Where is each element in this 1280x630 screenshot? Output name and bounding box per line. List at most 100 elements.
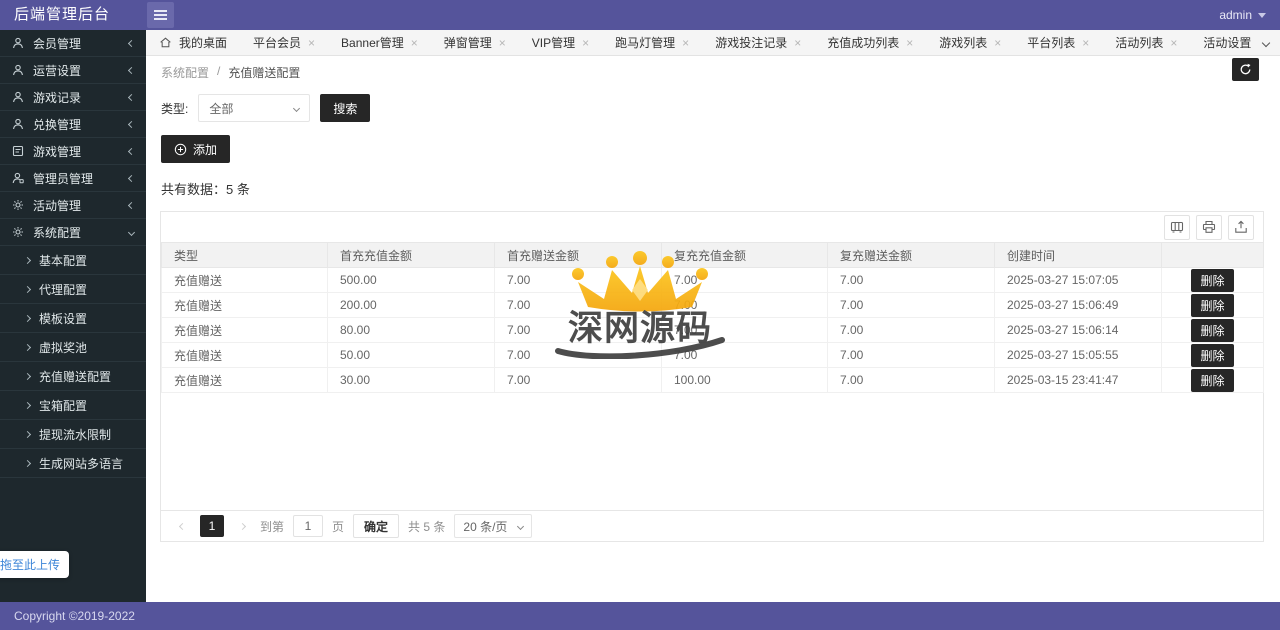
sidebar-subitem-virtual-prize-pool[interactable]: 虚拟奖池	[0, 333, 146, 362]
sidebar-item-game-management[interactable]: 游戏管理	[0, 138, 146, 165]
goto-page-input[interactable]	[293, 515, 324, 537]
tab-item[interactable]: 平台会员 ×	[240, 30, 328, 55]
sidebar-item-exchange-management[interactable]: 兑换管理	[0, 111, 146, 138]
next-page-button[interactable]	[233, 515, 251, 537]
close-icon[interactable]: ×	[1082, 37, 1089, 49]
tab-home[interactable]: 我的桌面	[146, 30, 240, 55]
breadcrumb-parent[interactable]: 系统配置	[161, 64, 209, 81]
sidebar-item-admin-management[interactable]: 管理员管理	[0, 165, 146, 192]
columns-icon	[1170, 221, 1184, 233]
tab-item[interactable]: 活动列表 ×	[1102, 30, 1190, 55]
breadcrumb-current: 充值赠送配置	[228, 66, 301, 80]
sidebar-item-label: 会员管理	[33, 36, 82, 51]
user-menu[interactable]: admin	[1219, 0, 1266, 30]
delete-button[interactable]: 删除	[1191, 343, 1234, 367]
tab-label: 活动设置	[1203, 36, 1252, 50]
close-icon[interactable]: ×	[906, 37, 913, 49]
chevron-left-icon	[127, 174, 136, 182]
close-icon[interactable]: ×	[682, 37, 689, 49]
user-icon	[13, 37, 23, 49]
sidebar-item-members[interactable]: 会员管理	[0, 30, 146, 57]
sidebar-item-activity-management[interactable]: 活动管理	[0, 192, 146, 219]
tab-label: 我的桌面	[179, 36, 228, 50]
close-icon[interactable]: ×	[794, 37, 801, 49]
tab-item[interactable]: VIP管理 ×	[519, 30, 602, 55]
close-icon[interactable]: ×	[1170, 37, 1177, 49]
sidebar-subitem-template-settings[interactable]: 模板设置	[0, 304, 146, 333]
table-row: 充值赠送 80.00 7.00 7.00 7.00 2025-03-27 15:…	[161, 317, 1264, 343]
sidebar-item-game-records[interactable]: 游戏记录	[0, 84, 146, 111]
column-header: 创建时间	[994, 242, 1162, 268]
close-icon[interactable]: ×	[582, 37, 589, 49]
confirm-button[interactable]: 确定	[353, 514, 400, 538]
cell-type: 充值赠送	[161, 367, 328, 393]
column-header: 首充赠送金额	[494, 242, 662, 268]
column-header: 首充充值金额	[327, 242, 495, 268]
sidebar-subitem-site-multilanguage[interactable]: 生成网站多语言	[0, 449, 146, 478]
sidebar-subitem-label: 生成网站多语言	[39, 456, 124, 471]
sidebar-subitem-agent-config[interactable]: 代理配置	[0, 275, 146, 304]
sidebar-item-label: 兑换管理	[33, 117, 82, 132]
page-number-button[interactable]: 1	[200, 515, 224, 537]
close-icon[interactable]: ×	[499, 37, 506, 49]
tab-item[interactable]: 弹窗管理 ×	[431, 30, 519, 55]
search-button[interactable]: 搜索	[320, 94, 371, 122]
tab-item[interactable]: Banner管理 ×	[328, 30, 431, 55]
sidebar-subitem-basic-config[interactable]: 基本配置	[0, 246, 146, 275]
sidebar-subitem-treasure-box-config[interactable]: 宝箱配置	[0, 391, 146, 420]
chevron-left-icon	[127, 147, 136, 155]
home-icon	[160, 37, 171, 48]
cell-re-gift: 7.00	[827, 292, 995, 318]
chevron-right-icon	[23, 314, 32, 322]
breadcrumb: 系统配置 / 充值赠送配置	[161, 64, 300, 81]
tab-label: 游戏列表	[939, 36, 988, 50]
cell-re-amount: 7.00	[661, 342, 828, 368]
sidebar-item-operation-settings[interactable]: 运营设置	[0, 57, 146, 84]
table-panel: 类型 首充充值金额 首充赠送金额 复充充值金额 复充赠送金额 创建时间 充值赠送…	[160, 211, 1264, 542]
cell-first-amount: 200.00	[327, 292, 495, 318]
type-select[interactable]: 全部	[198, 94, 311, 122]
chevron-right-icon	[23, 285, 32, 293]
cell-re-gift: 7.00	[827, 367, 995, 393]
pagination: 1 到第 页 确定 共 5 条 20 条/页	[161, 510, 1263, 541]
chevron-right-icon	[23, 372, 32, 380]
close-icon[interactable]: ×	[994, 37, 1001, 49]
user-icon	[13, 91, 23, 103]
export-icon-button[interactable]	[1228, 214, 1254, 240]
add-button[interactable]: 添加	[161, 135, 231, 163]
tab-item[interactable]: 跑马灯管理 ×	[602, 30, 702, 55]
print-icon-button[interactable]	[1196, 214, 1222, 240]
delete-button[interactable]: 删除	[1191, 368, 1234, 392]
tab-item[interactable]: 游戏列表 ×	[926, 30, 1014, 55]
sidebar-subitem-recharge-gift-config[interactable]: 充值赠送配置	[0, 362, 146, 391]
sidebar-item-system-config[interactable]: 系统配置	[0, 219, 146, 246]
menu-toggle-button[interactable]	[147, 2, 174, 28]
tab-item[interactable]: 充值成功列表 ×	[814, 30, 926, 55]
sidebar-item-label: 游戏记录	[33, 90, 82, 105]
table-row: 充值赠送 200.00 7.00 7.00 7.00 2025-03-27 15…	[161, 292, 1264, 318]
delete-button[interactable]: 删除	[1191, 318, 1234, 342]
per-page-select[interactable]: 20 条/页	[454, 514, 533, 538]
columns-icon-button[interactable]	[1164, 214, 1190, 240]
chevron-left-icon	[178, 522, 186, 530]
refresh-icon	[1240, 63, 1251, 75]
tab-overflow-button[interactable]	[1252, 30, 1280, 55]
sidebar-subitem-withdrawal-flow-limit[interactable]: 提现流水限制	[0, 420, 146, 449]
close-icon[interactable]: ×	[308, 37, 315, 49]
prev-page-button[interactable]	[173, 515, 191, 537]
footer: Copyright ©2019-2022	[0, 602, 1280, 630]
cell-type: 充值赠送	[161, 317, 328, 343]
cell-first-gift: 7.00	[494, 267, 662, 293]
table-row: 充值赠送 50.00 7.00 7.00 7.00 2025-03-27 15:…	[161, 342, 1264, 368]
hamburger-icon	[154, 10, 167, 20]
refresh-button[interactable]	[1232, 58, 1259, 81]
goto-label: 到第	[260, 519, 285, 534]
upload-drop-badge[interactable]: 拖至此上传	[0, 551, 70, 578]
delete-button[interactable]: 删除	[1191, 293, 1234, 317]
user-icon	[13, 64, 23, 76]
tab-item[interactable]: 游戏投注记录 ×	[702, 30, 814, 55]
tab-item[interactable]: 平台列表 ×	[1014, 30, 1102, 55]
cell-type: 充值赠送	[161, 292, 328, 318]
close-icon[interactable]: ×	[411, 37, 418, 49]
delete-button[interactable]: 删除	[1191, 268, 1234, 292]
